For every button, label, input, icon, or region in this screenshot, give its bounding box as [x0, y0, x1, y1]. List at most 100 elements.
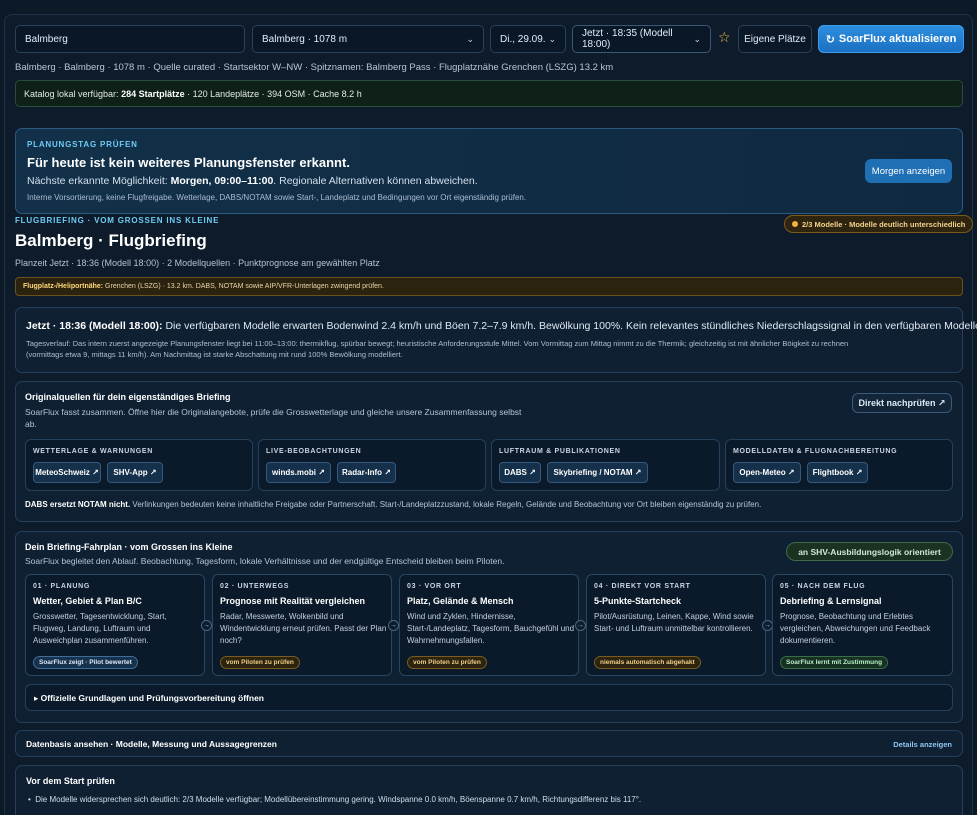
planning-text-suffix: . Regionale Alternativen können abweiche… [273, 175, 478, 187]
roadmap-step-underway: 02 · Unterwegs Prognose mit Realität ver… [212, 574, 392, 676]
chevron-down-icon: ⌄ [693, 33, 701, 44]
arrow-right-icon: → [575, 620, 586, 631]
link-radar-info[interactable]: Radar-Info ↗ [337, 462, 396, 483]
planning-text: Nächste erkannte Möglichkeit: Morgen, 09… [27, 175, 478, 187]
planning-text-prefix: Nächste erkannte Möglichkeit: [27, 175, 171, 187]
source-group-models-kicker: Modelldaten & Flugnachbereitung [733, 448, 898, 455]
link-shv-app[interactable]: SHV-App ↗ [107, 462, 163, 483]
step-status-tag: SoarFlux lernt mit Zustimmung [780, 656, 889, 669]
now-detail-line-1: Tagesverlauf: Das intern zuerst angezeig… [26, 339, 849, 348]
database-row-title: Datenbasis ansehen · Modelle, Messung un… [26, 739, 277, 749]
now-summary-line: Jetzt · 18:36 (Modell 18:00): Die verfüg… [26, 320, 977, 332]
now-summary-time: Jetzt · 18:36 (Modell 18:00): [26, 320, 163, 332]
time-select-value: Jetzt · 18:35 (Modell 18:00) [582, 28, 673, 50]
chevron-down-icon: ⌄ [548, 33, 556, 44]
refresh-icon: ↻ [825, 33, 835, 46]
step-title: Debriefing & Lernsignal [780, 596, 882, 606]
sources-title: Originalquellen für dein eigenständiges … [25, 392, 231, 402]
link-skybriefing-notam[interactable]: Skybriefing / NOTAM ↗ [547, 462, 648, 483]
chevron-down-icon: ⌄ [466, 33, 474, 44]
official-basics-label: ▸ Offizielle Grundlagen und Prüfungsvorb… [34, 693, 264, 703]
link-flightbook[interactable]: Flightbook ↗ [807, 462, 868, 483]
catalog-startplaces: 284 Startplätze [121, 88, 185, 99]
source-group-airspace: Luftraum & Publikationen DABS ↗ Skybrief… [491, 439, 720, 491]
database-row[interactable]: Datenbasis ansehen · Modelle, Messung un… [15, 730, 963, 757]
step-kicker: 04 · Direkt vor Start [594, 583, 691, 590]
roadmap-step-after-flight: 05 · Nach dem Flug Debriefing & Lernsign… [772, 574, 953, 676]
step-status-tag: niemals automatisch abgehakt [594, 656, 701, 669]
source-group-weather: Wetterlage & Warnungen MeteoSchweiz ↗ SH… [25, 439, 253, 491]
model-disagreement-label: 2/3 Modelle · Modelle deutlich unterschi… [802, 219, 966, 229]
now-summary-text: Die verfügbaren Modelle erwarten Bodenwi… [162, 320, 977, 332]
location-search-value: Balmberg [25, 33, 68, 45]
location-search-input[interactable]: Balmberg [15, 25, 245, 53]
date-select-value: Di., 29.09. [500, 33, 546, 45]
prestart-card: Vor dem Start prüfen • Die Modelle wider… [15, 765, 963, 815]
official-basics-toggle[interactable]: ▸ Offizielle Grundlagen und Prüfungsvorb… [25, 684, 953, 711]
step-text: Radar, Messwerte, Wolkenbild und Windent… [220, 612, 387, 645]
now-detail-line-2: (vormittags etwa 9, mittags 11 km/h). Am… [26, 350, 403, 359]
catalog-prefix: Katalog lokal verfügbar: [24, 88, 122, 99]
step-text: Prognose, Beobachtung und Erlebtes vergl… [780, 612, 931, 645]
site-select-value: Balmberg · 1078 m [262, 33, 348, 45]
source-group-models: Modelldaten & Flugnachbereitung Open-Met… [725, 439, 953, 491]
step-title: 5-Punkte-Startcheck [594, 596, 682, 606]
step-text: Grosswetter, Tagesentwicklung, Start, Fl… [33, 612, 167, 645]
shv-logic-badge: an SHV-Ausbildungslogik orientiert [786, 542, 953, 561]
prestart-title: Vor dem Start prüfen [26, 776, 115, 786]
heliport-warning: Flugplatz-/Heliportnähe: Grenchen (LSZG)… [15, 277, 963, 296]
roadmap-title: Dein Briefing-Fahrplan · vom Grossen ins… [25, 542, 233, 552]
step-title: Platz, Gelände & Mensch [407, 596, 514, 606]
link-winds-mobi[interactable]: winds.mobi ↗ [266, 462, 331, 483]
step-status-tag: vom Piloten zu prüfen [407, 656, 487, 669]
step-title: Prognose mit Realität vergleichen [220, 596, 366, 606]
link-meteoschweiz[interactable]: MeteoSchweiz ↗ [33, 462, 101, 483]
sources-desc-line-1: SoarFlux fasst zusammen. Öffne hier die … [25, 407, 522, 417]
sources-footnote: DABS ersetzt NOTAM nicht. Verlinkungen b… [25, 500, 761, 509]
roadmap-desc: SoarFlux begleitet den Ablauf. Beobachtu… [25, 556, 505, 566]
own-places-button[interactable]: Eigene Plätze [738, 25, 812, 53]
step-text: Pilot/Ausrüstung, Leinen, Kappe, Wind so… [594, 612, 754, 633]
step-kicker: 03 · Vor Ort [407, 583, 462, 590]
direct-check-button[interactable]: Direkt nachprüfen ↗ [852, 393, 952, 413]
step-status-tag: vom Piloten zu prüfen [220, 656, 300, 669]
show-details-link[interactable]: Details anzeigen [893, 740, 952, 749]
source-group-live-kicker: Live-Beobachtungen [266, 448, 362, 455]
refresh-button[interactable]: ↻ SoarFlux aktualisieren [818, 25, 964, 53]
step-kicker: 02 · Unterwegs [220, 583, 290, 590]
sources-footnote-bold: DABS ersetzt NOTAM nicht. [25, 500, 131, 509]
step-text: Wind und Zyklen, Hindernisse, Start-/Lan… [407, 612, 575, 645]
site-meta-line: Balmberg · Balmberg · 1078 m · Quelle cu… [15, 62, 614, 73]
sources-desc-line-2: ab. [25, 419, 37, 429]
roadmap-step-on-site: 03 · Vor Ort Platz, Gelände & Mensch Win… [399, 574, 579, 676]
show-tomorrow-button[interactable]: Morgen anzeigen [865, 159, 952, 183]
link-dabs[interactable]: DABS ↗ [499, 462, 541, 483]
planning-title: Für heute ist kein weiteres Planungsfens… [27, 155, 350, 170]
step-kicker: 05 · Nach dem Flug [780, 583, 866, 590]
briefing-subtitle: Planzeit Jetzt · 18:36 (Modell 18:00) · … [15, 258, 380, 268]
roadmap-step-before-start: 04 · Direkt vor Start 5-Punkte-Startchec… [586, 574, 766, 676]
briefing-title: Balmberg · Flugbriefing [15, 231, 207, 250]
briefing-kicker: Flugbriefing · vom Grossen ins Kleine [15, 216, 220, 225]
step-status-tag: SoarFlux zeigt · Pilot bewertet [33, 656, 138, 669]
site-select[interactable]: Balmberg · 1078 m ⌄ [252, 25, 484, 53]
refresh-button-label: SoarFlux aktualisieren [838, 33, 957, 45]
step-title: Wetter, Gebiet & Plan B/C [33, 596, 142, 606]
favorite-star-icon[interactable]: ☆ [718, 29, 731, 46]
source-group-weather-kicker: Wetterlage & Warnungen [33, 448, 154, 455]
prestart-bullet: • Die Modelle widersprechen sich deutlic… [28, 795, 641, 804]
roadmap-step-planning: 01 · Planung Wetter, Gebiet & Plan B/C G… [25, 574, 205, 676]
catalog-rest: · 120 Landeplätze · 394 OSM · Cache 8.2 … [184, 88, 362, 99]
catalog-banner: Katalog lokal verfügbar: 284 Startplätze… [15, 80, 963, 107]
prestart-bullet-text: Die Modelle widersprechen sich deutlich:… [35, 795, 642, 804]
warning-dot-icon [792, 221, 798, 227]
time-select[interactable]: Jetzt · 18:35 (Modell 18:00) ⌄ [572, 25, 711, 53]
heliport-warning-label: Flugplatz-/Heliportnähe: [23, 283, 104, 290]
date-select[interactable]: Di., 29.09. ⌄ [490, 25, 566, 53]
arrow-right-icon: → [201, 620, 212, 631]
source-group-airspace-kicker: Luftraum & Publikationen [499, 448, 621, 455]
link-open-meteo[interactable]: Open-Meteo ↗ [733, 462, 801, 483]
heliport-warning-text: Grenchen (LSZG) · 13.2 km. DABS, NOTAM s… [103, 283, 384, 290]
planning-disclaimer: Interne Vorsortierung, keine Flugfreigab… [27, 193, 527, 202]
arrow-right-icon: → [388, 620, 399, 631]
